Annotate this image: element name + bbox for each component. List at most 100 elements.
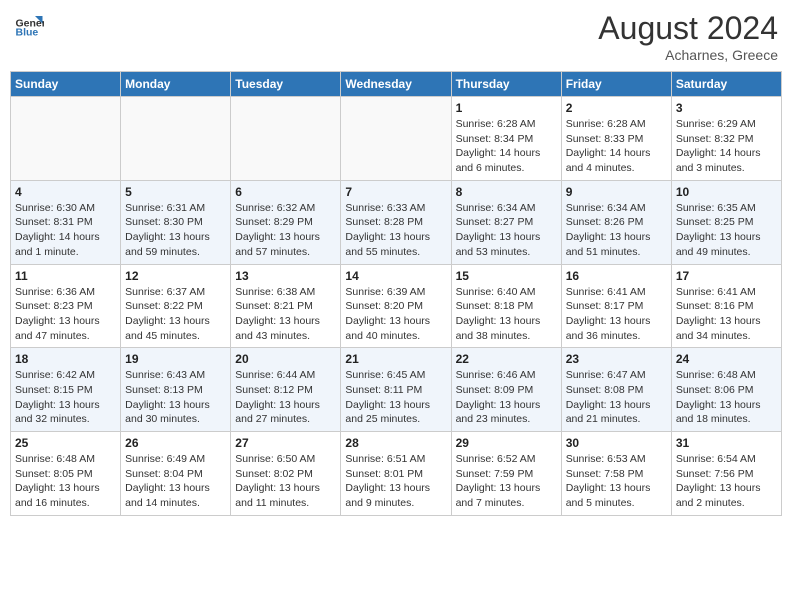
day-info: Sunrise: 6:40 AM Sunset: 8:18 PM Dayligh… [456,285,557,344]
day-number: 17 [676,269,777,283]
calendar-week-row: 25 Sunrise: 6:48 AM Sunset: 8:05 PM Dayli… [11,432,782,516]
day-info: Sunrise: 6:54 AM Sunset: 7:56 PM Dayligh… [676,452,777,511]
month-year-title: August 2024 [598,10,778,47]
page-header: General Blue August 2024 Acharnes, Greec… [10,10,782,63]
calendar-cell: 11Sunrise: 6:36 AM Sunset: 8:23 PM Dayli… [11,264,121,348]
day-number: 10 [676,185,777,199]
day-info: Sunrise: 6:44 AM Sunset: 8:12 PM Dayligh… [235,368,336,427]
day-info: Sunrise: 6:50 AM Sunset: 8:02 PM Dayligh… [235,452,336,511]
day-number: 16 [566,269,667,283]
day-info: Sunrise: 6:53 AM Sunset: 7:58 PM Dayligh… [566,452,667,511]
calendar-cell: 18 Sunrise: 6:42 AM Sunset: 8:15 PM Dayli… [11,348,121,432]
day-number: 8 [456,185,557,199]
calendar-cell: 17 Sunrise: 6:41 AM Sunset: 8:16 PM Dayli… [671,264,781,348]
day-number: 12 [125,269,226,283]
calendar-week-row: 1 Sunrise: 6:28 AM Sunset: 8:34 PM Daylig… [11,97,782,181]
title-block: August 2024 Acharnes, Greece [598,10,778,63]
calendar-cell: 21Sunrise: 6:45 AM Sunset: 8:11 PM Dayli… [341,348,451,432]
day-info: Sunrise: 6:29 AM Sunset: 8:32 PM Dayligh… [676,117,777,176]
day-info: Sunrise: 6:34 AM Sunset: 8:27 PM Dayligh… [456,201,557,260]
day-number: 26 [125,436,226,450]
calendar-cell [121,97,231,181]
day-number: 30 [566,436,667,450]
calendar-cell: 3 Sunrise: 6:29 AM Sunset: 8:32 PM Daylig… [671,97,781,181]
calendar-cell: 25 Sunrise: 6:48 AM Sunset: 8:05 PM Dayli… [11,432,121,516]
day-info: Sunrise: 6:49 AM Sunset: 8:04 PM Dayligh… [125,452,226,511]
day-number: 19 [125,352,226,366]
calendar-cell: 22 Sunrise: 6:46 AM Sunset: 8:09 PM Dayli… [451,348,561,432]
day-info: Sunrise: 6:42 AM Sunset: 8:15 PM Dayligh… [15,368,116,427]
calendar-cell: 28Sunrise: 6:51 AM Sunset: 8:01 PM Dayli… [341,432,451,516]
calendar-cell: 2Sunrise: 6:28 AM Sunset: 8:33 PM Daylig… [561,97,671,181]
weekday-header-monday: Monday [121,72,231,97]
calendar-cell: 12 Sunrise: 6:37 AM Sunset: 8:22 PM Dayli… [121,264,231,348]
day-info: Sunrise: 6:52 AM Sunset: 7:59 PM Dayligh… [456,452,557,511]
day-number: 25 [15,436,116,450]
location-subtitle: Acharnes, Greece [598,47,778,63]
calendar-cell: 1 Sunrise: 6:28 AM Sunset: 8:34 PM Daylig… [451,97,561,181]
calendar-cell: 26 Sunrise: 6:49 AM Sunset: 8:04 PM Dayli… [121,432,231,516]
calendar-cell: 7 Sunrise: 6:33 AM Sunset: 8:28 PM Daylig… [341,180,451,264]
day-number: 15 [456,269,557,283]
day-info: Sunrise: 6:31 AM Sunset: 8:30 PM Dayligh… [125,201,226,260]
day-info: Sunrise: 6:35 AM Sunset: 8:25 PM Dayligh… [676,201,777,260]
calendar-cell: 10 Sunrise: 6:35 AM Sunset: 8:25 PM Dayli… [671,180,781,264]
calendar-cell: 27 Sunrise: 6:50 AM Sunset: 8:02 PM Dayli… [231,432,341,516]
day-number: 22 [456,352,557,366]
day-number: 7 [345,185,446,199]
calendar-cell: 5 Sunrise: 6:31 AM Sunset: 8:30 PM Daylig… [121,180,231,264]
day-number: 2 [566,101,667,115]
calendar-week-row: 18 Sunrise: 6:42 AM Sunset: 8:15 PM Dayli… [11,348,782,432]
day-number: 29 [456,436,557,450]
logo: General Blue [14,10,44,40]
day-number: 31 [676,436,777,450]
weekday-header-saturday: Saturday [671,72,781,97]
calendar-cell [11,97,121,181]
day-info: Sunrise: 6:41 AM Sunset: 8:17 PM Dayligh… [566,285,667,344]
weekday-header-tuesday: Tuesday [231,72,341,97]
day-number: 20 [235,352,336,366]
calendar-cell: 24Sunrise: 6:48 AM Sunset: 8:06 PM Dayli… [671,348,781,432]
svg-text:Blue: Blue [16,27,39,39]
day-number: 5 [125,185,226,199]
day-info: Sunrise: 6:33 AM Sunset: 8:28 PM Dayligh… [345,201,446,260]
calendar-cell: 8 Sunrise: 6:34 AM Sunset: 8:27 PM Daylig… [451,180,561,264]
calendar-cell: 23Sunrise: 6:47 AM Sunset: 8:08 PM Dayli… [561,348,671,432]
day-info: Sunrise: 6:45 AM Sunset: 8:11 PM Dayligh… [345,368,446,427]
weekday-header-wednesday: Wednesday [341,72,451,97]
day-info: Sunrise: 6:48 AM Sunset: 8:06 PM Dayligh… [676,368,777,427]
calendar-cell: 9Sunrise: 6:34 AM Sunset: 8:26 PM Daylig… [561,180,671,264]
day-number: 18 [15,352,116,366]
day-number: 23 [566,352,667,366]
calendar-cell: 20 Sunrise: 6:44 AM Sunset: 8:12 PM Dayli… [231,348,341,432]
day-number: 6 [235,185,336,199]
day-number: 3 [676,101,777,115]
day-info: Sunrise: 6:39 AM Sunset: 8:20 PM Dayligh… [345,285,446,344]
day-number: 13 [235,269,336,283]
calendar-cell [341,97,451,181]
calendar-table: SundayMondayTuesdayWednesdayThursdayFrid… [10,71,782,516]
weekday-header-friday: Friday [561,72,671,97]
day-info: Sunrise: 6:41 AM Sunset: 8:16 PM Dayligh… [676,285,777,344]
day-info: Sunrise: 6:46 AM Sunset: 8:09 PM Dayligh… [456,368,557,427]
day-number: 14 [345,269,446,283]
day-number: 27 [235,436,336,450]
day-number: 1 [456,101,557,115]
calendar-week-row: 4Sunrise: 6:30 AM Sunset: 8:31 PM Daylig… [11,180,782,264]
day-number: 28 [345,436,446,450]
day-info: Sunrise: 6:32 AM Sunset: 8:29 PM Dayligh… [235,201,336,260]
calendar-cell: 31 Sunrise: 6:54 AM Sunset: 7:56 PM Dayli… [671,432,781,516]
calendar-cell: 30 Sunrise: 6:53 AM Sunset: 7:58 PM Dayli… [561,432,671,516]
day-info: Sunrise: 6:43 AM Sunset: 8:13 PM Dayligh… [125,368,226,427]
weekday-header-row: SundayMondayTuesdayWednesdayThursdayFrid… [11,72,782,97]
calendar-cell: 14 Sunrise: 6:39 AM Sunset: 8:20 PM Dayli… [341,264,451,348]
day-info: Sunrise: 6:48 AM Sunset: 8:05 PM Dayligh… [15,452,116,511]
calendar-cell: 19 Sunrise: 6:43 AM Sunset: 8:13 PM Dayli… [121,348,231,432]
calendar-cell: 6 Sunrise: 6:32 AM Sunset: 8:29 PM Daylig… [231,180,341,264]
day-info: Sunrise: 6:34 AM Sunset: 8:26 PM Dayligh… [566,201,667,260]
day-info: Sunrise: 6:36 AM Sunset: 8:23 PM Dayligh… [15,285,116,344]
day-info: Sunrise: 6:30 AM Sunset: 8:31 PM Dayligh… [15,201,116,260]
day-info: Sunrise: 6:37 AM Sunset: 8:22 PM Dayligh… [125,285,226,344]
day-info: Sunrise: 6:38 AM Sunset: 8:21 PM Dayligh… [235,285,336,344]
day-info: Sunrise: 6:28 AM Sunset: 8:34 PM Dayligh… [456,117,557,176]
